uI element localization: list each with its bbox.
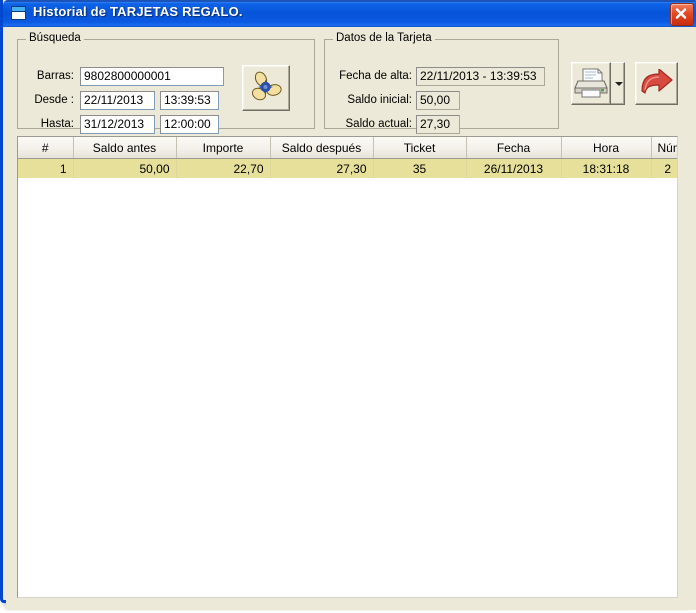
date-to-label: Hasta: xyxy=(40,118,74,130)
date-from-label: Desde : xyxy=(34,94,74,106)
time-from-input[interactable]: 13:39:53 xyxy=(160,91,219,110)
cell-saldo-antes: 50,00 xyxy=(73,158,177,178)
column-header-importe[interactable]: Importe xyxy=(176,137,271,159)
history-grid[interactable]: # Saldo antes Importe Saldo después Tick… xyxy=(17,136,678,598)
cell-fecha: 26/11/2013 xyxy=(466,158,562,178)
barcode-input[interactable]: 9802800000001 xyxy=(80,67,224,86)
column-header-index[interactable]: # xyxy=(18,137,74,159)
history-table: # Saldo antes Importe Saldo después Tick… xyxy=(18,137,677,178)
cell-ticket: 35 xyxy=(373,158,467,178)
initial-balance-value: 50,00 xyxy=(416,91,460,110)
propeller-search-icon xyxy=(251,71,282,101)
column-header-num-reg[interactable]: Núm. Reg. xyxy=(651,137,677,159)
chevron-down-icon xyxy=(615,82,623,86)
creation-date-label: Fecha de alta: xyxy=(339,70,412,82)
card-data-group-legend: Datos de la Tarjeta xyxy=(333,32,435,44)
current-balance-value: 27,30 xyxy=(416,115,460,134)
cell-hora: 18:31:18 xyxy=(561,158,652,178)
cell-index: 1 xyxy=(18,158,74,178)
cell-num-reg: 2 xyxy=(651,158,677,178)
column-header-ticket[interactable]: Ticket xyxy=(373,137,467,159)
column-header-saldo-despues[interactable]: Saldo después xyxy=(270,137,374,159)
exit-button[interactable] xyxy=(635,62,678,105)
client-area: Búsqueda Barras: 9802800000001 Desde : 2… xyxy=(6,27,696,610)
dialog-window: Historial de TARJETAS REGALO. Búsqueda B… xyxy=(0,0,696,610)
cell-saldo-despues: 27,30 xyxy=(270,158,374,178)
print-dropdown-button[interactable] xyxy=(611,62,625,105)
time-to-input[interactable]: 12:00:00 xyxy=(160,115,219,134)
date-from-input[interactable]: 22/11/2013 xyxy=(80,91,155,110)
search-button[interactable] xyxy=(242,65,290,111)
printer-icon xyxy=(574,68,608,98)
print-button[interactable] xyxy=(571,62,611,105)
search-group-legend: Búsqueda xyxy=(26,32,84,44)
title-bar: Historial de TARJETAS REGALO. xyxy=(3,0,696,27)
current-balance-label: Saldo actual: xyxy=(345,118,413,130)
creation-date-value: 22/11/2013 - 13:39:53 xyxy=(416,67,545,86)
table-row[interactable]: 1 50,00 22,70 27,30 35 26/11/2013 18:31:… xyxy=(18,158,677,178)
exit-arrow-icon xyxy=(641,69,673,94)
column-header-saldo-antes[interactable]: Saldo antes xyxy=(73,137,177,159)
initial-balance-label: Saldo inicial: xyxy=(347,94,412,106)
cell-importe: 22,70 xyxy=(176,158,271,178)
table-header-row: # Saldo antes Importe Saldo después Tick… xyxy=(18,137,677,159)
window-icon xyxy=(11,6,26,20)
window-title: Historial de TARJETAS REGALO. xyxy=(33,4,243,19)
close-button[interactable] xyxy=(670,3,694,26)
column-header-fecha[interactable]: Fecha xyxy=(466,137,562,159)
barcode-label: Barras: xyxy=(36,70,74,82)
close-icon xyxy=(675,8,687,19)
column-header-hora[interactable]: Hora xyxy=(561,137,652,159)
date-to-input[interactable]: 31/12/2013 xyxy=(80,115,155,134)
